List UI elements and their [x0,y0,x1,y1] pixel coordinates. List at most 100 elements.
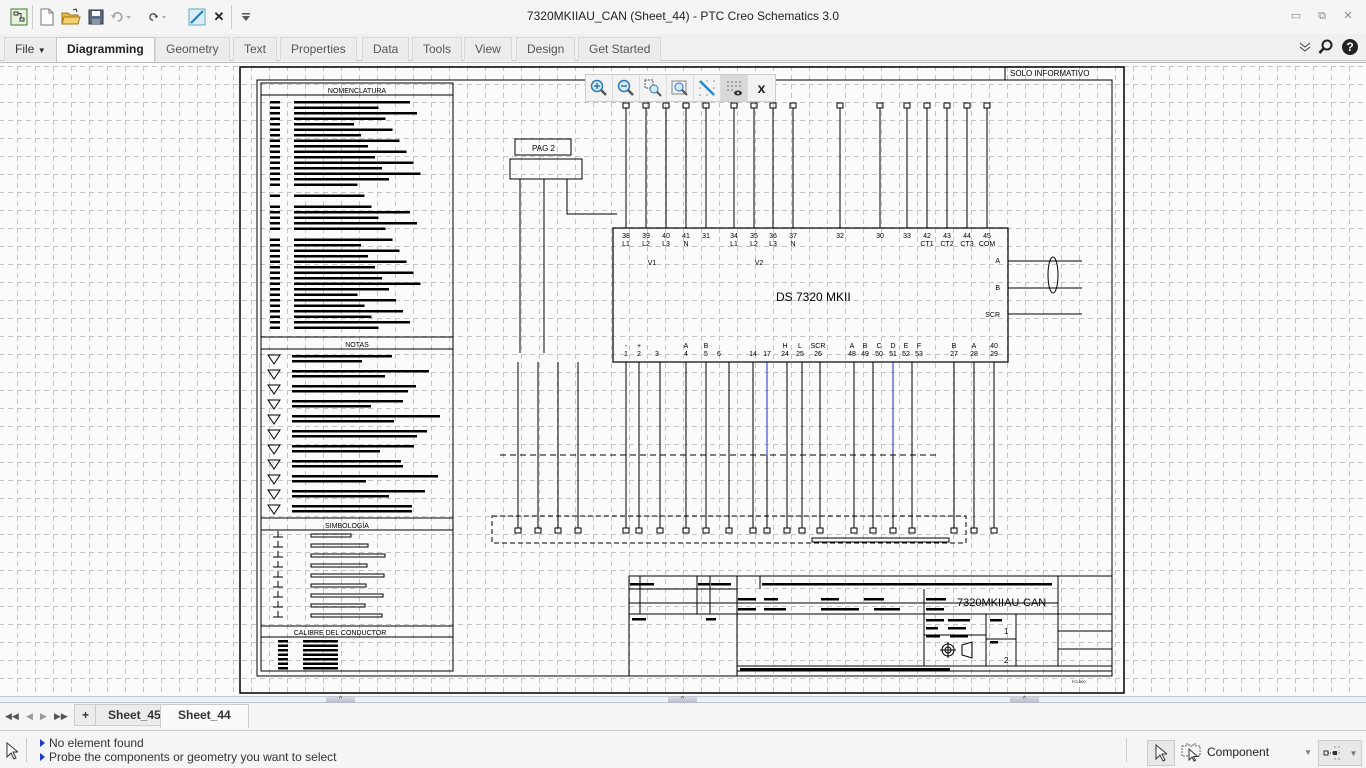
chevron-down-icon: ▼ [1349,748,1358,758]
terminal-label: CT3 [960,241,973,248]
last-sheet-icon[interactable]: ▶▶ [54,711,68,722]
grid-toggle-button[interactable] [694,75,721,101]
watermark-text: SOLO INFORMATIVO [1010,69,1089,78]
terminal-number: 28 [970,351,978,358]
terminal-number: 44 [963,233,971,240]
terminal-label: L2 [750,241,758,248]
tab-properties[interactable]: Properties [280,37,357,61]
terminal-number: 38 [622,233,630,240]
conductor-title: CALIBRE DEL CONDUCTOR [294,630,387,637]
tab-tools[interactable]: Tools [412,37,463,61]
terminal-label: SCR [811,343,826,350]
selection-mode-button[interactable] [1147,740,1175,766]
device-name: DS 7320 MKII [776,290,851,304]
chevron-down-icon: ▼ [1304,747,1312,757]
component-filter-icon [1181,743,1201,762]
footer-code: FO-000 [1072,679,1086,684]
status-message: Probe the components or geometry you wan… [40,750,337,764]
terminal-label: COM [979,241,996,248]
snap-grid-icon [1323,746,1340,760]
tab-text[interactable]: Text [233,37,278,61]
tab-geometry[interactable]: Geometry [155,37,230,61]
message-arrow-icon [40,753,45,761]
terminal-number: 31 [702,233,710,240]
terminal-label: L3 [769,241,777,248]
terminal-label: CT1 [920,241,933,248]
terminal-number: 45 [983,233,991,240]
view-toolbar: x [585,74,776,102]
terminal-number: 34 [730,233,738,240]
tab-sheet-44[interactable]: Sheet_44 [160,704,249,728]
grid-display-button[interactable] [721,75,748,101]
terminal-label: B [995,285,1000,292]
tab-diagramming[interactable]: Diagramming [56,37,155,62]
tab-data[interactable]: Data [362,37,410,61]
drawing-canvas[interactable]: SOLO INFORMATIVO DS 7320 MKII PAG 2 NOME… [0,62,1366,696]
zoom-in-button[interactable] [586,75,613,101]
terminal-label: + [637,343,641,350]
refit-icon [671,80,688,96]
group-label: V2 [755,260,764,267]
terminal-label: CT2 [940,241,953,248]
terminal-label: F [917,343,921,350]
terminal-label: N [790,241,795,248]
terminal-number: 52 [902,351,910,358]
status-message-text: Probe the components or geometry you wan… [49,750,337,764]
zoom-out-button[interactable] [613,75,640,101]
terminal-number: 27 [950,351,958,358]
close-view-toolbar-button[interactable]: x [748,75,775,101]
minimize-ribbon-icon[interactable] [1296,38,1314,56]
grid-line-icon [699,80,715,96]
file-label: File [15,42,35,56]
prev-sheet-icon[interactable]: ◀ [26,711,33,722]
terminal-number: 5 [704,351,708,358]
status-message: No element found [40,736,144,750]
terminal-label: D [890,343,895,350]
zoom-in-icon [590,79,607,96]
close-window-icon[interactable]: ✕ [1340,9,1356,23]
pointer-icon [1155,744,1167,762]
terminal-number: 42 [923,233,931,240]
tab-design[interactable]: Design [516,37,576,61]
snap-options-button[interactable]: ▼ [1318,740,1362,766]
sheet-tab-bar: ◀◀ ◀ ▶ ▶▶ + Sheet_45 Sheet_44 [0,703,1366,731]
refit-button[interactable] [667,75,694,101]
help-icon[interactable]: ? [1341,38,1359,56]
next-sheet-icon[interactable]: ▶ [40,711,47,722]
drawing-number: 7320MKIIAU-CAN [957,597,1046,609]
terminal-number: 25 [796,351,804,358]
terminal-number: 49 [861,351,869,358]
terminal-number: 37 [789,233,797,240]
sheet-number: 1 [1004,627,1009,636]
terminal-label: L [798,343,802,350]
terminal-number: 50 [875,351,883,358]
search-icon[interactable] [1317,38,1335,56]
terminal-number: 43 [943,233,951,240]
tab-view[interactable]: View [464,37,512,61]
tab-file[interactable]: File ▼ [4,37,57,61]
terminal-number: 48 [848,351,856,358]
terminal-number: 6 [717,351,721,358]
selection-filter-dropdown[interactable]: Component ▼ [1180,740,1312,764]
add-sheet-button[interactable]: + [74,704,98,726]
zoom-window-button[interactable] [640,75,667,101]
terminal-number: 3 [655,351,659,358]
terminal-label: L3 [662,241,670,248]
terminal-label: N [683,241,688,248]
select-cursor-icon [6,741,20,763]
tab-get-started[interactable]: Get Started [578,37,662,61]
terminal-label: 40 [990,343,998,350]
terminal-label: A [684,343,689,350]
window-title: 7320MKIIAU_CAN (Sheet_44) - PTC Creo Sch… [526,9,840,23]
horizontal-scrollbar[interactable]: ^ ^ ^ [0,696,1366,703]
first-sheet-icon[interactable]: ◀◀ [5,711,19,722]
terminal-label: L1 [730,241,738,248]
minimize-icon[interactable]: ▭ [1288,9,1304,23]
restore-icon[interactable]: ⧉ [1314,9,1330,23]
legend-text-lines [267,101,440,670]
message-arrow-icon [40,739,45,747]
terminal-number: 40 [662,233,670,240]
terminal-number: 39 [642,233,650,240]
terminal-label: L1 [622,241,630,248]
terminal-number: 1 [624,351,628,358]
